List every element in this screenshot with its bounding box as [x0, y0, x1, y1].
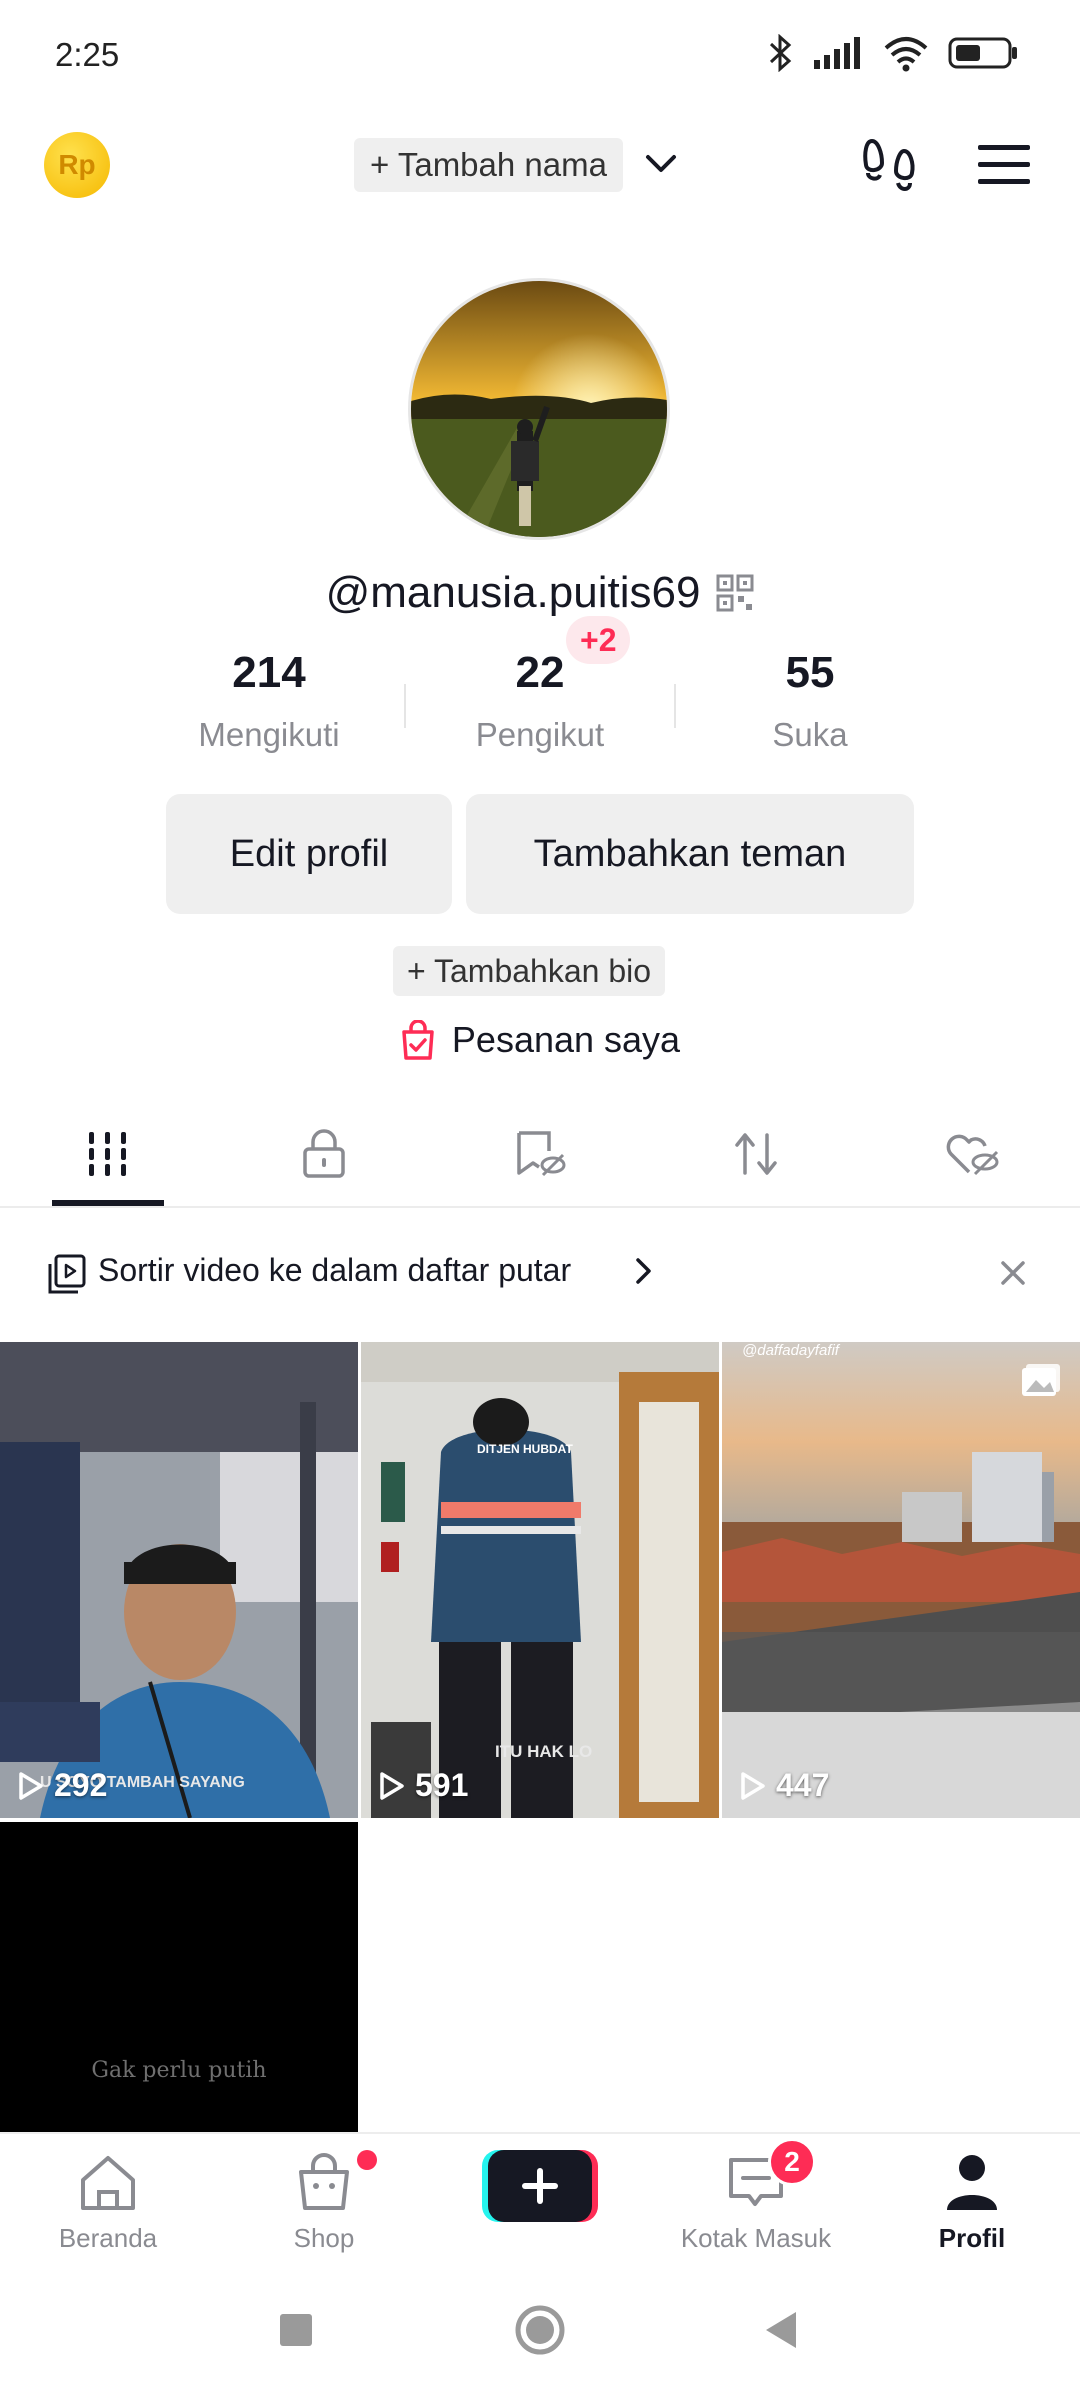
play-icon	[380, 1771, 404, 1800]
add-friends-label: Tambahkan teman	[533, 832, 847, 875]
likes-stat[interactable]: 55 Suka	[675, 640, 945, 754]
video-thumbnail[interactable]: @daffadayfafif 447	[722, 1342, 1080, 1818]
qr-code-icon[interactable]	[716, 574, 754, 612]
view-count-text: 591	[415, 1767, 469, 1803]
username-row: @manusia.puitis69	[0, 558, 1080, 628]
hidden-heart-icon	[946, 1134, 999, 1176]
nav-inbox[interactable]: 2 Kotak Masuk	[648, 2138, 864, 2254]
status-bar: 2:25	[0, 0, 1080, 110]
shop-bag-icon	[299, 2153, 349, 2210]
jacket-text: DITJEN HUBDAT	[477, 1442, 573, 1456]
likes-label: Suka	[772, 716, 848, 753]
view-count: 447	[740, 1767, 829, 1804]
tab-videos[interactable]	[0, 1100, 216, 1208]
active-tab-indicator	[52, 1200, 164, 1206]
shopping-bag-icon	[402, 1020, 434, 1060]
plus-icon	[482, 2150, 598, 2222]
view-count-text: 292	[54, 1767, 108, 1803]
home-circle-icon[interactable]	[514, 2304, 566, 2356]
add-bio-label: + Tambahkan bio	[407, 952, 652, 989]
avatar[interactable]	[408, 278, 670, 540]
profile-tabs	[0, 1100, 1080, 1208]
wifi-icon	[884, 37, 928, 72]
bottom-nav: Beranda Shop 2 Kotak Masuk Profil	[0, 2132, 1080, 2272]
photo-post-icon	[1022, 1364, 1060, 1396]
add-bio-button[interactable]: + Tambahkan bio	[393, 946, 666, 996]
play-icon	[19, 1771, 43, 1800]
video-caption: Gak perlu putih	[91, 2058, 267, 2083]
nav-inbox-label: Kotak Masuk	[680, 2223, 832, 2253]
nav-profile-label: Profil	[938, 2223, 1006, 2253]
video-thumbnail[interactable]: Gak perlu putih	[0, 1822, 358, 2132]
tab-liked[interactable]	[864, 1100, 1080, 1208]
chevron-down-icon[interactable]	[642, 148, 680, 180]
add-friends-button[interactable]: Tambahkan teman	[466, 794, 914, 914]
recents-icon[interactable]	[278, 2312, 314, 2348]
status-icons	[768, 34, 1018, 72]
nav-shop[interactable]: Shop	[216, 2150, 432, 2254]
stats-row: 214 Mengikuti 22 Pengikut 55 Suka	[0, 640, 1080, 760]
tab-saved[interactable]	[432, 1100, 648, 1208]
coin-icon[interactable]: Rp	[44, 132, 110, 198]
play-icon	[741, 1771, 765, 1800]
edit-profile-label: Edit profil	[229, 832, 389, 875]
chevron-right-icon	[636, 1258, 651, 1284]
view-count: 292	[18, 1767, 107, 1804]
view-count-text: 447	[776, 1767, 830, 1803]
add-name-button[interactable]: + Tambah nama	[354, 138, 623, 192]
coin-label: Rp	[58, 149, 96, 180]
battery-icon	[948, 37, 1017, 69]
playlist-icon	[48, 1254, 86, 1294]
close-icon[interactable]	[998, 1258, 1028, 1288]
video-thumbnail[interactable]: DITJEN HUBDAT ITU HAK LO 591	[361, 1342, 719, 1818]
followers-label: Pengikut	[475, 716, 605, 753]
inbox-badge: 2	[768, 2138, 816, 2186]
video-thumbnail-image	[0, 1342, 358, 1818]
followers-stat[interactable]: 22 Pengikut	[405, 640, 675, 754]
add-name-label: + Tambah nama	[370, 146, 607, 183]
nav-home[interactable]: Beranda	[0, 2152, 216, 2254]
footprint-icon[interactable]	[862, 135, 918, 197]
edit-profile-button[interactable]: Edit profil	[166, 794, 452, 914]
hidden-bookmark-icon	[517, 1131, 566, 1177]
repost-icon	[735, 1133, 777, 1175]
lock-icon	[303, 1129, 345, 1178]
back-icon[interactable]	[762, 2310, 798, 2350]
nav-profile[interactable]: Profil	[864, 2152, 1080, 2254]
tab-private[interactable]	[216, 1100, 432, 1208]
avatar-photo	[411, 281, 667, 537]
video-caption: ITU HAK LO	[495, 1742, 593, 1761]
playlist-banner-text: Sortir video ke dalam daftar putar	[98, 1252, 572, 1288]
shop-notification-dot	[357, 2150, 377, 2170]
username: @manusia.puitis69	[325, 568, 701, 617]
top-bar: Rp + Tambah nama	[0, 110, 1080, 220]
view-count: 591	[379, 1767, 468, 1804]
profile-icon	[947, 2155, 997, 2210]
nav-shop-label: Shop	[293, 2223, 355, 2253]
videos-grid-icon	[89, 1132, 126, 1176]
home-icon	[81, 2156, 135, 2210]
signal-icon	[814, 37, 860, 69]
status-time: 2:25	[55, 36, 120, 73]
video-thumbnail-image	[722, 1342, 1080, 1818]
video-thumbnail[interactable]: U SOYO TAMBAH SAYANG 292	[0, 1342, 358, 1818]
system-nav-bar	[0, 2272, 1080, 2400]
following-count: 214	[232, 648, 306, 697]
followers-count: 22	[515, 648, 565, 697]
menu-icon[interactable]	[976, 142, 1032, 188]
my-orders-label: Pesanan saya	[451, 1019, 681, 1060]
playlist-banner[interactable]: Sortir video ke dalam daftar putar	[0, 1210, 1080, 1336]
following-stat[interactable]: 214 Mengikuti	[134, 640, 404, 754]
nav-home-label: Beranda	[58, 2223, 158, 2253]
likes-count: 55	[785, 648, 835, 697]
create-button[interactable]	[482, 2148, 598, 2224]
bluetooth-icon	[769, 34, 792, 72]
video-caption: @daffadayfafif	[742, 1342, 839, 1359]
tab-reposts[interactable]	[648, 1100, 864, 1208]
my-orders-link[interactable]: Pesanan saya	[0, 1010, 1080, 1070]
following-label: Mengikuti	[198, 716, 340, 753]
